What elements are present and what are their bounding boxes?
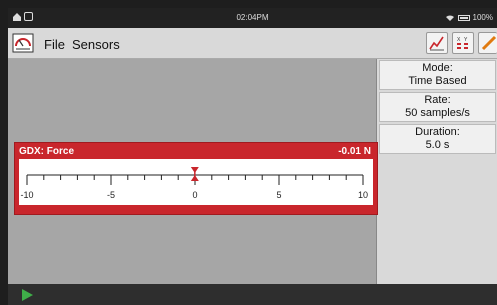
device-screen: 02:04PM 100% File Sensors X Y Mode: Time… — [8, 8, 497, 305]
play-icon[interactable] — [20, 288, 34, 302]
wifi-icon — [445, 14, 454, 21]
graph-view-icon — [429, 36, 444, 51]
status-bar: 02:04PM 100% — [8, 8, 497, 28]
annotate-button[interactable] — [478, 32, 497, 54]
svg-text:X: X — [457, 37, 461, 43]
rate-value: 50 samples/s — [405, 107, 470, 119]
scale-tick-label: 0 — [192, 190, 197, 200]
battery-level: 100% — [472, 13, 493, 22]
collection-settings-panel: Mode: Time Based Rate: 50 samples/s Dura… — [376, 59, 497, 284]
mode-label: Mode: — [422, 62, 453, 74]
scale-tick-label: -10 — [20, 190, 33, 200]
toolbar: File Sensors X Y — [8, 28, 497, 59]
table-view-button[interactable]: X Y — [452, 32, 474, 54]
scale-tick-label: 5 — [276, 190, 281, 200]
sensor-reading: -0.01 N — [338, 146, 371, 157]
mode-value: Time Based — [408, 75, 467, 87]
rate-button[interactable]: Rate: 50 samples/s — [379, 92, 496, 122]
meter-scale: -10 -5 0 5 10 — [19, 159, 373, 205]
duration-label: Duration: — [415, 126, 460, 138]
mode-button[interactable]: Mode: Time Based — [379, 60, 496, 90]
duration-button[interactable]: Duration: 5.0 s — [379, 124, 496, 154]
duration-value: 5.0 s — [425, 139, 450, 151]
status-indicators: 100% — [445, 13, 493, 22]
rate-label: Rate: — [424, 94, 451, 106]
scale-tick-label: -5 — [107, 190, 115, 200]
annotate-icon — [481, 35, 497, 51]
force-meter[interactable]: GDX: Force -0.01 N -10 -5 0 5 10 — [14, 142, 378, 215]
meter-scale-graphic: -10 -5 0 5 10 — [20, 167, 368, 200]
graph-view-button[interactable] — [426, 32, 448, 54]
bottom-bar — [8, 284, 497, 305]
sensor-name: GDX: Force — [19, 146, 75, 157]
file-menu[interactable]: File — [44, 37, 65, 52]
gauge-icon[interactable] — [12, 32, 34, 54]
battery-icon — [457, 14, 470, 21]
table-view-icon: X Y — [457, 37, 468, 49]
clock: 02:04PM — [236, 13, 269, 22]
sensors-menu[interactable]: Sensors — [72, 37, 120, 52]
svg-text:Y: Y — [464, 37, 468, 43]
scale-tick-label: 10 — [358, 190, 368, 200]
